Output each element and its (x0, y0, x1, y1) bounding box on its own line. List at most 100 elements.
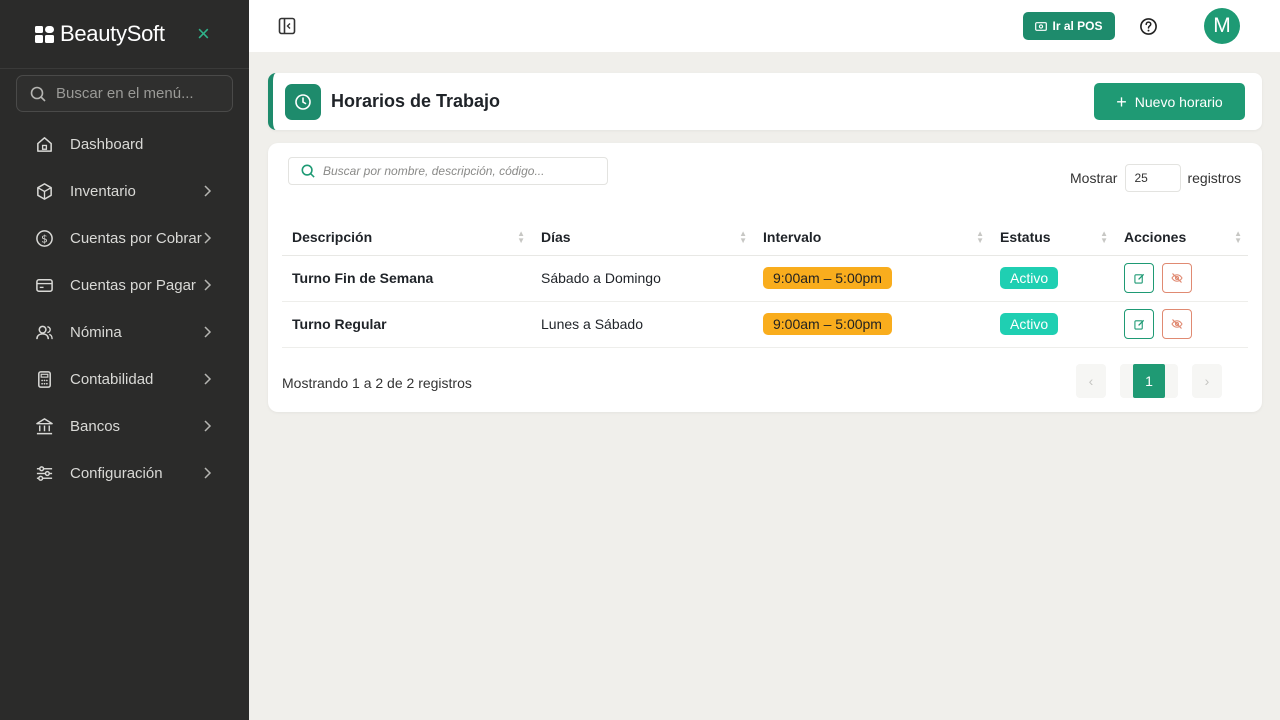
cell-description: Turno Regular (282, 301, 531, 348)
sort-icon: ▲ ▼ (1100, 229, 1108, 245)
sidebar-item-contabilidad[interactable]: Contabilidad (0, 356, 249, 403)
column-label: Días (541, 229, 571, 246)
user-avatar[interactable]: M (1204, 8, 1240, 44)
page-header: Horarios de Trabajo + Nuevo horario (268, 73, 1262, 130)
sort-icon: ▲ ▼ (517, 229, 525, 245)
chevron-right-icon (204, 232, 212, 244)
cell-interval: 9:00am – 5:00pm (753, 255, 990, 302)
go-to-pos-label: Ir al POS (1052, 19, 1103, 33)
plus-icon: + (1116, 91, 1127, 112)
calculator-icon (35, 370, 54, 389)
deactivate-button[interactable] (1162, 263, 1192, 293)
card-icon (35, 276, 54, 295)
sidebar-item-label: Nómina (70, 324, 122, 341)
sidebar-item-inventario[interactable]: Inventario (0, 168, 249, 215)
sidebar-item-label: Cuentas por Pagar (70, 277, 196, 294)
sidebar-item-label: Cuentas por Cobrar (70, 230, 202, 247)
topbar: Ir al POS M (249, 0, 1280, 52)
pagination: ‹ 1 › (1076, 364, 1222, 398)
sliders-icon (35, 464, 54, 483)
cell-actions (1114, 255, 1248, 302)
schedules-card: Mostrar registros Descripción ▲▼ Días ▲▼ I… (268, 143, 1262, 412)
chevron-right-icon (204, 185, 212, 197)
table-row: Turno Fin de Semana Sábado a Domingo 9:0… (282, 255, 1248, 302)
column-header-status[interactable]: Estatus ▲ ▼ (990, 220, 1114, 256)
sidebar-item-cuentas-pagar[interactable]: Cuentas por Pagar (0, 262, 249, 309)
records-summary: Mostrando 1 a 2 de 2 registros (282, 375, 472, 391)
show-label: Mostrar (1070, 170, 1118, 186)
sort-icon: ▲ ▼ (976, 229, 984, 245)
cell-days: Sábado a Domingo (531, 255, 753, 302)
chevron-right-icon (204, 420, 212, 432)
eye-off-icon (1171, 273, 1183, 283)
schedules-table: Descripción ▲ ▼ Días ▲ ▼ Intervalo ▲ ▼ Estatus… (282, 220, 1248, 348)
chevron-right-icon (204, 373, 212, 385)
status-badge: Activo (1000, 267, 1059, 289)
cell-description: Turno Fin de Semana (282, 255, 531, 302)
users-icon (35, 323, 54, 342)
page-size-input[interactable] (1125, 164, 1182, 192)
next-page-button[interactable]: › (1192, 364, 1222, 398)
page-number-group: 1 (1120, 364, 1178, 398)
sidebar-item-configuracion[interactable]: Configuración (0, 450, 249, 497)
edit-button[interactable] (1124, 263, 1154, 293)
deactivate-button[interactable] (1162, 309, 1192, 339)
page-size-control: Mostrar registros (1070, 164, 1241, 192)
sort-icon: ▲ ▼ (1234, 229, 1242, 245)
sort-icon: ▲ ▼ (739, 229, 747, 245)
bank-icon (35, 417, 54, 436)
interval-badge: 9:00am – 5:00pm (763, 313, 892, 335)
page-1-button[interactable]: 1 (1133, 364, 1165, 398)
column-header-days[interactable]: Días ▲ ▼ (531, 220, 753, 256)
cell-status: Activo (990, 255, 1114, 302)
new-schedule-label: Nuevo horario (1134, 93, 1223, 110)
table-row: Turno Regular Lunes a Sábado 9:00am – 5:… (282, 301, 1248, 348)
interval-badge: 9:00am – 5:00pm (763, 267, 892, 289)
search-icon (30, 86, 46, 102)
cell-actions (1114, 301, 1248, 348)
box-icon (35, 182, 54, 201)
chevron-right-icon (204, 467, 212, 479)
dollar-icon: $ (35, 229, 54, 248)
cash-icon (1035, 21, 1048, 31)
page-title: Horarios de Trabajo (331, 91, 501, 111)
new-schedule-button[interactable]: + Nuevo horario (1094, 83, 1245, 120)
sidebar-nav: Dashboard Inventario $ Cuentas por Cobra… (0, 121, 249, 497)
sidebar-item-cuentas-cobrar[interactable]: $ Cuentas por Cobrar (0, 215, 249, 262)
sidebar: BeautySoft × Dashboard Inventario $ (0, 0, 249, 720)
close-sidebar-icon[interactable]: × (197, 22, 215, 46)
brand-logo-icon (35, 25, 54, 43)
sidebar-item-label: Contabilidad (70, 371, 154, 388)
menu-search (16, 75, 233, 112)
previous-page-button[interactable]: ‹ (1076, 364, 1106, 398)
go-to-pos-button[interactable]: Ir al POS (1023, 12, 1115, 40)
table-search-input[interactable] (323, 164, 603, 178)
svg-text:$: $ (41, 233, 48, 245)
column-label: Acciones (1124, 229, 1187, 246)
brand: BeautySoft × (0, 0, 249, 69)
status-badge: Activo (1000, 313, 1059, 335)
eye-off-icon (1171, 319, 1183, 329)
edit-icon (1133, 319, 1144, 330)
table-header-row: Descripción ▲ ▼ Días ▲ ▼ Intervalo ▲ ▼ Estatus… (282, 220, 1248, 256)
column-header-description[interactable]: Descripción ▲ ▼ (282, 220, 531, 256)
column-header-actions[interactable]: Acciones ▲ ▼ (1114, 220, 1248, 256)
menu-search-input[interactable] (56, 85, 226, 102)
brand-name: BeautySoft (60, 21, 165, 46)
column-label: Estatus (1000, 229, 1051, 246)
chevron-right-icon (204, 279, 212, 291)
edit-button[interactable] (1124, 309, 1154, 339)
sidebar-toggle-icon[interactable] (278, 17, 296, 35)
help-icon[interactable] (1139, 17, 1158, 36)
sidebar-item-dashboard[interactable]: Dashboard (0, 121, 249, 168)
sidebar-item-bancos[interactable]: Bancos (0, 403, 249, 450)
table-search (288, 157, 608, 185)
sidebar-item-label: Configuración (70, 465, 163, 482)
records-label: registros (1187, 170, 1242, 186)
sidebar-item-label: Inventario (70, 183, 136, 200)
column-header-interval[interactable]: Intervalo ▲ ▼ (753, 220, 990, 256)
edit-icon (1133, 273, 1144, 284)
home-icon (35, 135, 54, 154)
cell-days: Lunes a Sábado (531, 301, 753, 348)
sidebar-item-nomina[interactable]: Nómina (0, 309, 249, 356)
